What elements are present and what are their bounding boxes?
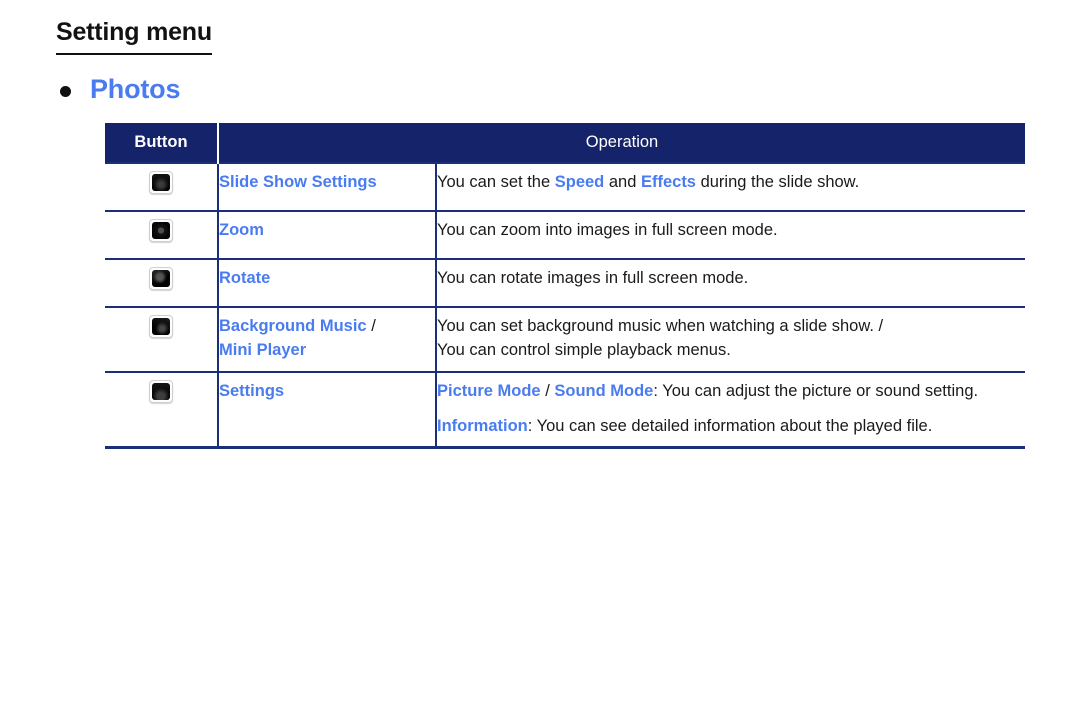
remote-button-rotate-icon [149, 266, 173, 290]
cell-operation: You can zoom into images in full screen … [436, 209, 1025, 259]
table-row: Slide Show Settings You can set the Speed… [105, 162, 1025, 211]
highlighted-term: Rotate [219, 268, 271, 287]
page-title: Setting menu [56, 18, 212, 55]
highlighted-term: Mini Player [219, 340, 307, 359]
cell-button [105, 209, 219, 259]
section-heading: Photos [60, 76, 180, 103]
operation-paragraph: Information: You can see detailed inform… [437, 415, 1025, 439]
cell-button [105, 370, 219, 450]
table-row: Background Music / Mini Player You can set… [105, 305, 1025, 372]
table-row: Rotate You can rotate images in full scre… [105, 257, 1025, 307]
highlighted-term: Zoom [219, 220, 264, 239]
bullet-disc-icon [60, 85, 71, 97]
text-run: : You can adjust the picture or sound se… [653, 381, 979, 400]
cell-operation: You can set background music when watchi… [436, 305, 1025, 372]
text-run: / [366, 316, 376, 335]
operation-paragraph: You can zoom into images in full screen … [437, 219, 1025, 243]
cell-feature-name: Rotate [218, 257, 437, 307]
section-title-photos: Photos [90, 74, 181, 104]
text-run: You can set background music when watchi… [437, 316, 884, 335]
text-run: You can rotate images in full screen mod… [437, 268, 749, 287]
remote-button-settings-icon [149, 379, 173, 403]
text-run: You can set the [437, 173, 555, 191]
text-run: during the slide show. [696, 173, 860, 191]
remote-button-music-icon [149, 314, 173, 338]
cell-operation: You can set the Speed and Effects during… [436, 162, 1025, 211]
highlighted-term: Settings [219, 381, 285, 400]
table-row: Settings Picture Mode / Sound Mode: You c… [105, 370, 1025, 450]
highlighted-term: Picture Mode [437, 381, 541, 400]
cell-button [105, 257, 219, 307]
text-run: / [540, 381, 555, 400]
column-header-operation: Operation [218, 123, 1025, 163]
remote-button-zoom-icon [149, 218, 173, 242]
text-run: You can zoom into images in full screen … [437, 220, 778, 239]
cell-feature-name: Background Music / Mini Player [218, 305, 437, 372]
text-run: : You can see detailed information about… [527, 416, 933, 435]
table-body: Slide Show Settings You can set the Speed… [105, 162, 1025, 450]
operation-paragraph: Picture Mode / Sound Mode: You can adjus… [437, 380, 1025, 404]
remote-button-icon [149, 171, 173, 194]
cell-operation: Picture Mode / Sound Mode: You can adjus… [436, 370, 1025, 450]
highlighted-term: Slide Show Settings [219, 173, 377, 191]
table-header-row: Button Operation [105, 123, 1025, 163]
cell-button [105, 162, 219, 211]
table-row: Zoom You can zoom into images in full scr… [105, 209, 1025, 259]
operation-paragraph: You can rotate images in full screen mod… [437, 267, 1025, 291]
operation-paragraph: You can set the Speed and Effects during… [437, 171, 1025, 195]
cell-feature-name: Settings [218, 370, 437, 450]
highlighted-term: Information [437, 416, 528, 435]
operation-paragraph: You can set background music when watchi… [437, 315, 1025, 363]
text-run: You can control simple playback menus. [437, 340, 731, 359]
photos-button-operation-table: Button Operation Slide Show Settings You … [105, 123, 1025, 450]
cell-feature-name: Slide Show Settings [218, 162, 437, 211]
cell-button [105, 305, 219, 372]
cell-feature-name: Zoom [218, 209, 437, 259]
column-header-button: Button [105, 123, 219, 163]
highlighted-term: Sound Mode [554, 381, 654, 400]
cell-operation: You can rotate images in full screen mod… [436, 257, 1025, 307]
highlighted-term: Background Music [219, 316, 367, 335]
text-run: and [604, 173, 641, 191]
highlighted-term: Speed [554, 173, 605, 191]
highlighted-term: Effects [640, 173, 696, 191]
